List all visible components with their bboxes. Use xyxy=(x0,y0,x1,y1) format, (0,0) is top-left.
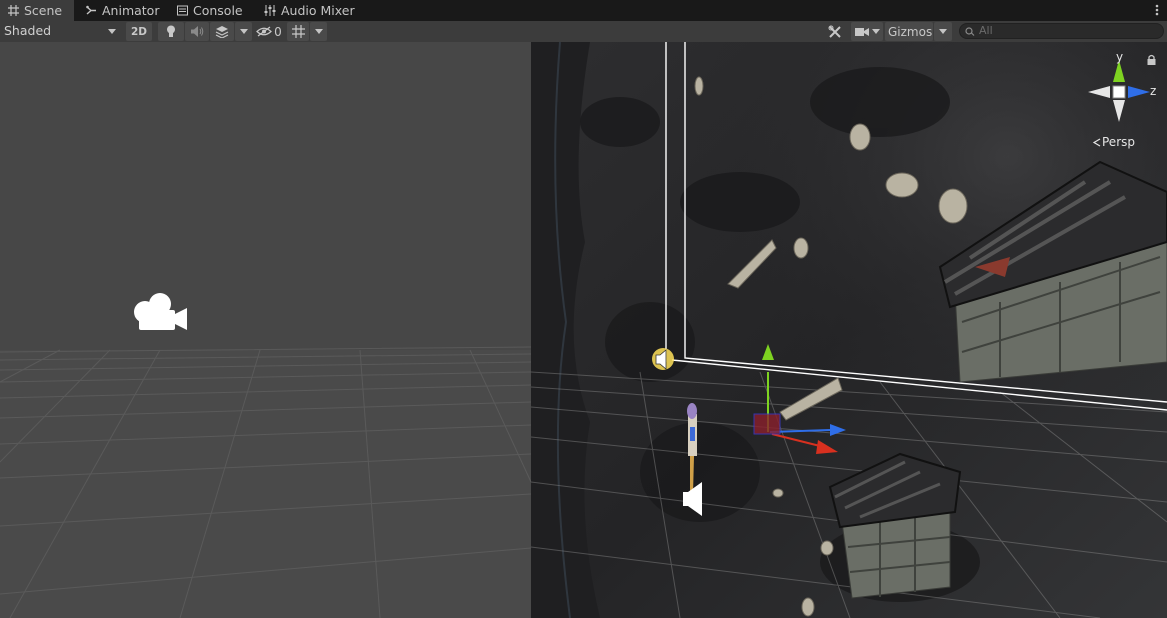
chevron-left-icon xyxy=(1092,137,1101,147)
mixer-icon xyxy=(264,5,276,16)
tools-icon xyxy=(828,25,841,38)
projection-toggle[interactable]: Persp xyxy=(1092,135,1135,149)
tab-animator-label: Animator xyxy=(102,3,160,18)
gizmos-button[interactable]: Gizmos xyxy=(885,22,933,41)
tab-audio-mixer[interactable]: Audio Mixer xyxy=(264,0,355,21)
tab-scene[interactable]: Scene xyxy=(0,0,74,21)
search-field[interactable]: All xyxy=(959,23,1164,39)
grid-dropdown[interactable] xyxy=(310,22,327,41)
chevron-down-icon xyxy=(239,29,248,34)
orientation-gizmo[interactable]: y z Persp xyxy=(1084,50,1164,152)
scene-toolbar: Shaded 2D 0 Gizmos All xyxy=(0,21,1167,43)
shading-mode-dropdown[interactable]: Shaded xyxy=(0,22,122,41)
more-options-icon[interactable] xyxy=(1155,3,1159,17)
scene-lighting-button[interactable] xyxy=(158,22,184,41)
chevron-down-icon xyxy=(314,29,323,34)
speaker-icon xyxy=(190,26,203,37)
gizmos-dropdown[interactable] xyxy=(934,22,952,41)
tools-button[interactable] xyxy=(824,22,846,41)
axis-y-label: y xyxy=(1116,50,1124,64)
grid-icon xyxy=(8,5,19,16)
chevron-down-icon xyxy=(871,29,880,34)
lock-icon[interactable] xyxy=(1147,54,1156,65)
search-icon xyxy=(965,27,975,36)
tab-console-label: Console xyxy=(193,3,243,18)
chevron-down-icon xyxy=(108,29,116,34)
audio-source-gizmo[interactable] xyxy=(652,348,674,370)
axis-z-label: z xyxy=(1150,84,1157,98)
camera-settings-button[interactable] xyxy=(851,22,883,41)
layers-icon xyxy=(215,25,229,38)
tab-scene-label: Scene xyxy=(24,3,63,18)
grid-toggle-button[interactable] xyxy=(287,22,309,41)
grid-snap-icon xyxy=(291,25,305,38)
scene-audio-button[interactable] xyxy=(185,22,209,41)
chevron-down-icon xyxy=(939,29,947,34)
toggle-2d-label: 2D xyxy=(130,25,148,38)
camera-gizmo-icon[interactable] xyxy=(131,290,189,334)
shading-mode-label: Shaded xyxy=(4,23,52,38)
lightbulb-icon xyxy=(167,25,175,37)
animator-icon xyxy=(86,5,96,15)
hidden-count: 0 xyxy=(274,24,282,39)
tab-animator[interactable]: Animator xyxy=(86,0,159,21)
toggle-2d-button[interactable]: 2D xyxy=(126,22,152,41)
eye-hidden-icon xyxy=(256,26,273,37)
console-icon xyxy=(177,5,188,16)
effects-button[interactable] xyxy=(210,22,234,41)
effects-dropdown[interactable] xyxy=(235,22,252,41)
search-placeholder: All xyxy=(979,24,993,37)
tab-bar: Scene Animator Console Audio Mixer xyxy=(0,0,1167,21)
tab-audio-mixer-label: Audio Mixer xyxy=(281,3,355,18)
tab-console[interactable]: Console xyxy=(177,0,243,21)
camera-icon xyxy=(854,27,869,36)
hidden-objects-toggle[interactable]: 0 xyxy=(254,22,284,41)
gizmos-label: Gizmos xyxy=(888,24,933,39)
scene-viewport[interactable]: y z Persp xyxy=(0,42,1167,618)
projection-label: Persp xyxy=(1102,135,1135,149)
